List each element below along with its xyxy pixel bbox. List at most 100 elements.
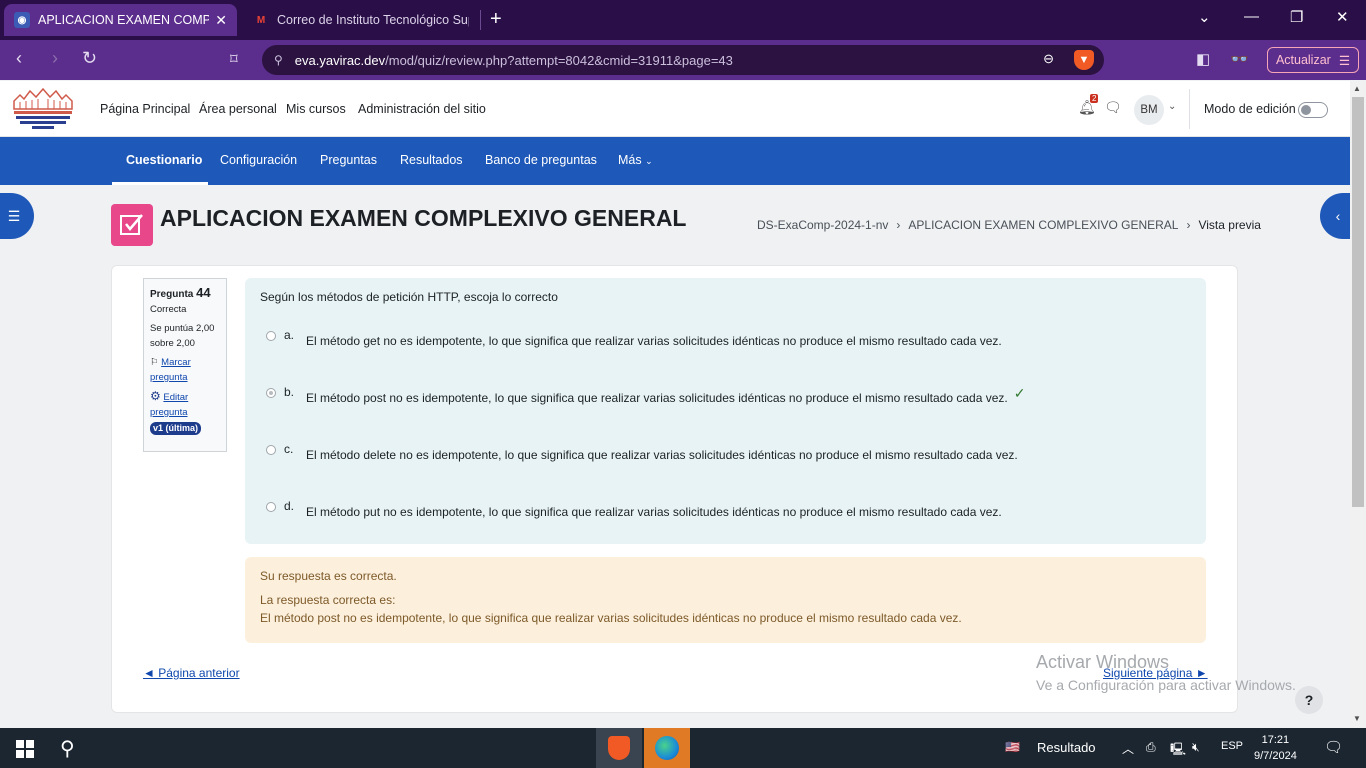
tab-settings[interactable]: Configuración xyxy=(220,153,297,167)
edit-mode-label: Modo de edición xyxy=(1204,102,1296,116)
language-indicator[interactable]: ESP xyxy=(1221,740,1243,752)
scroll-up-arrow-icon[interactable]: ▲ xyxy=(1353,84,1361,93)
tab-gmail[interactable]: M Correo de Instituto Tecnológico Superi… xyxy=(243,4,479,36)
zoom-icon[interactable]: ⊖ xyxy=(1043,51,1054,67)
question-label: Pregunta xyxy=(150,289,194,300)
forward-icon[interactable]: › xyxy=(52,48,58,69)
bookmark-icon[interactable]: ⌑ xyxy=(230,50,238,68)
nav-home-link[interactable]: Página Principal xyxy=(100,102,190,116)
option-text: El método delete no es idempotente, lo q… xyxy=(306,448,1018,462)
update-button[interactable]: Actualizar ☰ xyxy=(1267,47,1359,73)
question-score: Se puntúa 2,00 sobre 2,00 xyxy=(150,323,215,349)
option-letter: a. xyxy=(284,328,295,342)
weather-flag-icon[interactable]: 🇺🇸 xyxy=(1005,740,1020,754)
tab-more-label: Más xyxy=(618,153,642,167)
chevron-left-icon: ‹ xyxy=(1335,208,1341,224)
windows-activation-subtext: Ve a Configuración para activar Windows. xyxy=(1036,677,1296,693)
radio-b-selected[interactable] xyxy=(266,388,276,398)
user-avatar[interactable]: BM xyxy=(1134,95,1164,125)
update-label: Actualizar xyxy=(1275,53,1331,67)
moodle-favicon-icon: ◉ xyxy=(14,12,30,28)
taskbar-brave-app[interactable] xyxy=(596,728,642,768)
course-index-drawer-toggle[interactable]: ☰ xyxy=(0,193,34,239)
brave-browser-icon xyxy=(608,736,630,760)
question-number: Pregunta 44 xyxy=(150,285,220,302)
gear-icon: ⚙ xyxy=(150,389,161,403)
radio-a[interactable] xyxy=(266,331,276,341)
messages-icon[interactable]: 🗨︎ xyxy=(1104,99,1122,116)
edit-question[interactable]: ⚙ Editar pregunta xyxy=(150,389,220,420)
scroll-down-arrow-icon[interactable]: ▼ xyxy=(1353,714,1361,723)
windows-start-icon[interactable] xyxy=(16,740,34,758)
restore-icon[interactable]: ❐ xyxy=(1290,8,1303,26)
answer-option-c[interactable]: c. El método delete no es idempotente, l… xyxy=(266,442,1018,462)
secondary-navigation: Cuestionario Configuración Preguntas Res… xyxy=(0,137,1350,185)
site-settings-icon[interactable]: ⚲ xyxy=(274,53,283,67)
question-info-panel: Pregunta 44 Correcta Se puntúa 2,00 sobr… xyxy=(143,278,227,452)
url-host: eva.yavirac.dev xyxy=(294,52,386,68)
question-number-value: 44 xyxy=(196,285,211,300)
weather-label[interactable]: Resultado xyxy=(1037,740,1096,755)
network-icon[interactable]: 🖳︎ xyxy=(1170,740,1186,761)
previous-page-link[interactable]: ◄ Página anterior xyxy=(143,666,240,680)
chevron-down-icon[interactable]: ⌄ xyxy=(1168,101,1176,112)
close-tab-icon[interactable]: ✕ xyxy=(215,12,227,29)
minimize-icon[interactable]: — xyxy=(1244,8,1259,25)
tab-questions[interactable]: Preguntas xyxy=(320,153,377,167)
edit-mode-toggle[interactable] xyxy=(1298,102,1328,118)
answer-option-d[interactable]: d. El método put no es idempotente, lo q… xyxy=(266,499,1002,519)
tab-separator xyxy=(480,10,481,30)
tab-question-bank[interactable]: Banco de preguntas xyxy=(485,153,597,167)
chevron-right-icon: › xyxy=(896,218,901,232)
option-text: El método put no es idempotente, lo que … xyxy=(306,505,1002,519)
question-box: Según los métodos de petición HTTP, esco… xyxy=(245,278,1206,544)
sidebar-icon[interactable]: ◧ xyxy=(1196,50,1210,68)
tab-quiz[interactable]: Cuestionario xyxy=(126,153,202,167)
breadcrumb: DS-ExaComp-2024-1-nv › APLICACION EXAMEN… xyxy=(757,218,1261,232)
nav-my-courses-link[interactable]: Mis cursos xyxy=(286,102,346,116)
reload-icon[interactable]: ↻ xyxy=(82,48,97,69)
volume-muted-icon[interactable]: 🔇︎ xyxy=(1192,740,1200,755)
url-path: /mod/quiz/review.php?attempt=8042&cmid=3… xyxy=(385,52,733,68)
clock-time: 17:21 xyxy=(1261,734,1290,746)
institute-logo[interactable] xyxy=(12,87,74,131)
flag-question[interactable]: ⚐ Marcar pregunta xyxy=(150,355,220,385)
breadcrumb-course[interactable]: DS-ExaComp-2024-1-nv xyxy=(757,218,888,232)
tray-expand-icon[interactable]: ︿ xyxy=(1122,740,1134,757)
breadcrumb-quiz[interactable]: APLICACION EXAMEN COMPLEXIVO GENERAL xyxy=(908,218,1178,232)
option-text: El método post no es idempotente, lo que… xyxy=(306,391,1008,405)
help-button[interactable]: ? xyxy=(1295,686,1323,714)
flag-icon: ⚐ xyxy=(150,357,159,368)
back-icon[interactable]: ‹ xyxy=(16,48,22,69)
notification-center-icon[interactable]: 🗨︎ xyxy=(1324,738,1343,756)
correct-answer-label: La respuesta correcta es: xyxy=(260,593,396,607)
close-window-icon[interactable]: ✕ xyxy=(1336,8,1349,26)
nav-dashboard-link[interactable]: Área personal xyxy=(199,102,277,116)
windows-taskbar: ⚲ 🇺🇸 Resultado ︿ ⎙ 🖳︎ 🔇︎ ESP 17:21 9/7/2… xyxy=(0,728,1366,768)
tab-title: Correo de Instituto Tecnológico Superior xyxy=(277,13,469,27)
tab-title: APLICACION EXAMEN COMPLEXIVO GENERAL xyxy=(38,13,210,27)
meet-icon[interactable]: ⎙ xyxy=(1146,740,1156,755)
tab-more[interactable]: Más ⌄ xyxy=(618,153,653,167)
radio-d[interactable] xyxy=(266,502,276,512)
address-bar[interactable]: ⚲ eva.yavirac.dev/mod/quiz/review.php?at… xyxy=(262,45,1104,75)
tab-active[interactable]: ◉ APLICACION EXAMEN COMPLEXIVO GENERAL ✕ xyxy=(4,4,237,36)
option-letter: b. xyxy=(284,385,295,399)
new-tab-icon[interactable]: + xyxy=(490,8,502,31)
answer-option-a[interactable]: a. El método get no es idempotente, lo q… xyxy=(266,328,1002,348)
search-icon[interactable]: ⚲ xyxy=(60,736,75,761)
brave-shields-icon[interactable]: ▼ xyxy=(1074,50,1094,70)
edge-browser-icon xyxy=(655,736,679,760)
tab-search-chevron-icon[interactable]: ⌄ xyxy=(1198,8,1211,26)
answer-option-b[interactable]: b. El método post no es idempotente, lo … xyxy=(266,385,1025,405)
clock[interactable]: 17:21 9/7/2024 xyxy=(1254,732,1297,764)
scrollbar-thumb[interactable] xyxy=(1352,97,1364,507)
taskbar-edge-app[interactable] xyxy=(644,728,690,768)
radio-c[interactable] xyxy=(266,445,276,455)
browser-tab-bar: ◉ APLICACION EXAMEN COMPLEXIVO GENERAL ✕… xyxy=(0,0,1366,40)
option-text: El método get no es idempotente, lo que … xyxy=(306,334,1002,348)
checkbox-icon xyxy=(120,214,143,235)
nav-site-admin-link[interactable]: Administración del sitio xyxy=(358,102,486,116)
reader-glasses-icon[interactable]: 👓 xyxy=(1230,50,1249,68)
tab-results[interactable]: Resultados xyxy=(400,153,463,167)
